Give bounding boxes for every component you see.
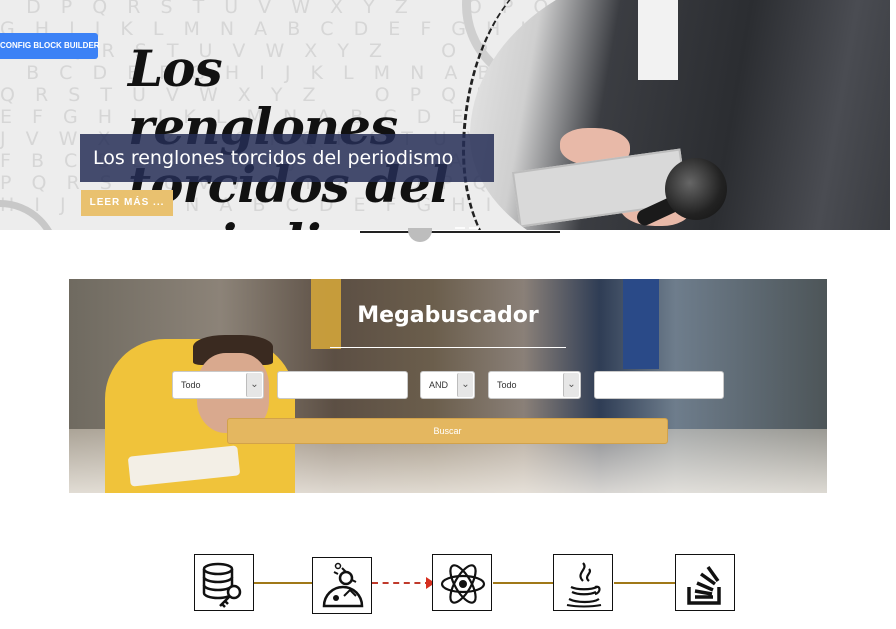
dashed-curve — [462, 0, 662, 230]
slide-caption[interactable]: Los renglones torcidos del periodismo — [80, 134, 494, 182]
partial-label: · · — [176, 624, 185, 629]
search-term1-input[interactable] — [277, 371, 408, 399]
bug-robot-icon — [322, 562, 364, 608]
database-key-icon — [202, 562, 242, 608]
slider-track — [360, 231, 560, 233]
field1-selected: Todo — [181, 380, 201, 390]
slider-handle[interactable] — [408, 228, 432, 242]
stackoverflow-icon — [687, 565, 721, 605]
chain-link — [254, 582, 312, 584]
slide-dots[interactable] — [455, 216, 483, 230]
chain-node-bug[interactable] — [312, 557, 372, 614]
hero-banner: D P Q R S T U V W X Y Z O P Q R S T U V … — [0, 0, 890, 230]
chevron-down-icon[interactable]: ⌄ — [563, 373, 579, 397]
megabuscador-title: Megabuscador — [357, 303, 539, 328]
microphone-icon — [665, 158, 727, 220]
slide-dot[interactable] — [455, 227, 465, 229]
chain-link — [614, 582, 676, 584]
title-underline — [330, 347, 566, 348]
operator-select[interactable]: AND ⌄ — [420, 371, 475, 399]
config-block-builder-button[interactable]: CONFIG BLOCK BUILDER — [0, 33, 100, 59]
chain-node-react[interactable] — [432, 554, 492, 611]
field1-select[interactable]: Todo ⌄ — [172, 371, 264, 399]
slide-dot[interactable] — [469, 227, 479, 229]
search-term2-input[interactable] — [594, 371, 724, 399]
chain-link-highlighted — [372, 577, 435, 589]
tech-chain: · · — [0, 540, 896, 629]
chain-node-database[interactable] — [194, 554, 254, 611]
search-button[interactable]: Buscar — [227, 418, 668, 444]
chain-link — [493, 582, 554, 584]
field2-select[interactable]: Todo ⌄ — [488, 371, 581, 399]
chevron-down-icon[interactable]: ⌄ — [457, 373, 473, 397]
megabuscador-panel: Megabuscador Todo ⌄ AND ⌄ Todo ⌄ Buscar — [69, 279, 827, 493]
chain-node-stackoverflow[interactable] — [675, 554, 735, 611]
chevron-down-icon[interactable]: ⌄ — [246, 373, 262, 397]
operator-selected: AND — [429, 380, 449, 390]
read-more-button[interactable]: LEER MÁS ... — [81, 190, 173, 216]
react-atom-icon — [440, 564, 486, 604]
chain-node-java[interactable] — [553, 554, 613, 611]
field2-selected: Todo — [497, 380, 517, 390]
java-icon — [566, 562, 602, 608]
